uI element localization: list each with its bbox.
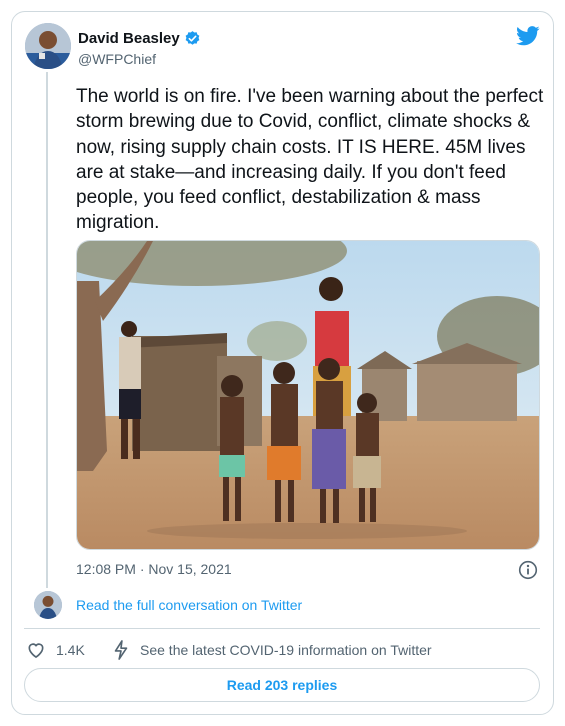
- tweet-photo[interactable]: [76, 240, 540, 550]
- tweet-text: The world is on fire. I've been warning …: [76, 86, 544, 234]
- like-count: 1.4K: [56, 642, 85, 658]
- reply-author-avatar[interactable]: [34, 591, 62, 619]
- verified-badge-icon: [185, 31, 200, 45]
- actions-divider: [24, 628, 540, 629]
- twitter-bird-icon[interactable]: [516, 26, 540, 46]
- author-name[interactable]: David Beasley: [78, 30, 180, 47]
- heart-icon[interactable]: [26, 640, 46, 660]
- thread-connector-line: [46, 72, 48, 588]
- author-handle[interactable]: @WFPChief: [78, 51, 156, 67]
- lightning-icon: [114, 640, 128, 660]
- author-name-row[interactable]: David Beasley: [78, 30, 201, 47]
- read-full-conversation-link[interactable]: Read the full conversation on Twitter: [76, 597, 302, 613]
- read-replies-button[interactable]: Read 203 replies: [24, 668, 540, 702]
- like-action[interactable]: 1.4K: [26, 640, 85, 660]
- covid-info-text[interactable]: See the latest COVID-19 information on T…: [140, 642, 432, 658]
- info-icon[interactable]: [518, 560, 538, 580]
- covid-info-link[interactable]: See the latest COVID-19 information on T…: [112, 640, 432, 660]
- author-avatar[interactable]: [25, 23, 71, 69]
- tweet-timestamp[interactable]: 12:08 PM · Nov 15, 2021: [76, 561, 232, 577]
